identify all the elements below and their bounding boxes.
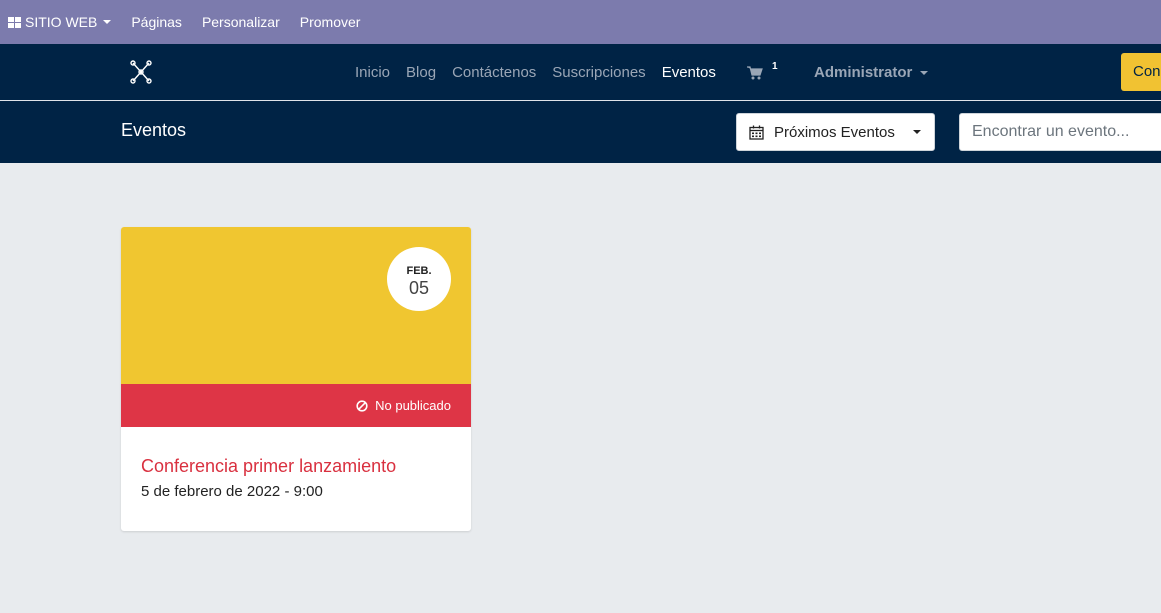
user-name: Administrator	[814, 64, 913, 81]
apps-menu-label: SITIO WEB	[25, 14, 98, 30]
event-cover-image: FEB. 05	[121, 227, 471, 384]
events-filter-dropdown[interactable]: Próximos Eventos	[736, 113, 935, 151]
event-search-input[interactable]	[959, 113, 1161, 151]
shopping-cart-icon	[747, 66, 763, 80]
event-month: FEB.	[406, 265, 432, 277]
admin-bar: SITIO WEB Páginas Personalizar Promover	[0, 0, 1161, 44]
nav-link-subscriptions[interactable]: Suscripciones	[552, 64, 645, 81]
event-title[interactable]: Conferencia primer lanzamiento	[141, 456, 396, 477]
caret-down-icon	[103, 20, 112, 24]
calendar-icon	[749, 125, 764, 140]
event-card[interactable]: FEB. 05 No publicado Conferencia primer …	[121, 227, 471, 531]
apps-grid-icon	[8, 16, 21, 28]
nav-link-events[interactable]: Eventos	[662, 64, 716, 81]
admin-menu-customize[interactable]: Personalizar	[202, 14, 280, 30]
admin-menu-promote[interactable]: Promover	[300, 14, 361, 30]
event-datetime: 5 de febrero de 2022 - 9:00	[141, 483, 323, 500]
ban-icon	[356, 399, 368, 412]
events-subheader: Eventos Próximos Eventos	[0, 101, 1161, 163]
nav-links: Inicio Blog Contáctenos Suscripciones Ev…	[355, 44, 732, 101]
event-day: 05	[408, 278, 430, 298]
cart-count-badge: 1	[772, 61, 778, 72]
main-navbar: Inicio Blog Contáctenos Suscripciones Ev…	[0, 44, 1161, 101]
unpublished-banner: No publicado	[121, 384, 471, 427]
nav-link-contact[interactable]: Contáctenos	[452, 64, 536, 81]
page-title: Eventos	[121, 120, 187, 140]
user-menu-button[interactable]: Administrator	[814, 64, 929, 81]
apps-menu-button[interactable]: SITIO WEB	[0, 14, 112, 30]
filter-label: Próximos Eventos	[774, 123, 895, 141]
caret-down-icon	[913, 130, 921, 134]
cta-label: Con	[1133, 63, 1161, 80]
admin-menu-pages[interactable]: Páginas	[131, 14, 182, 30]
cart-button[interactable]: 1	[747, 61, 778, 80]
event-date-badge: FEB. 05	[387, 247, 451, 311]
nav-link-home[interactable]: Inicio	[355, 64, 390, 81]
status-label: No publicado	[375, 398, 451, 413]
nav-link-blog[interactable]: Blog	[406, 64, 436, 81]
caret-down-icon	[920, 70, 929, 75]
site-logo-icon[interactable]	[127, 58, 155, 86]
contact-cta-button[interactable]: Con	[1121, 53, 1161, 91]
